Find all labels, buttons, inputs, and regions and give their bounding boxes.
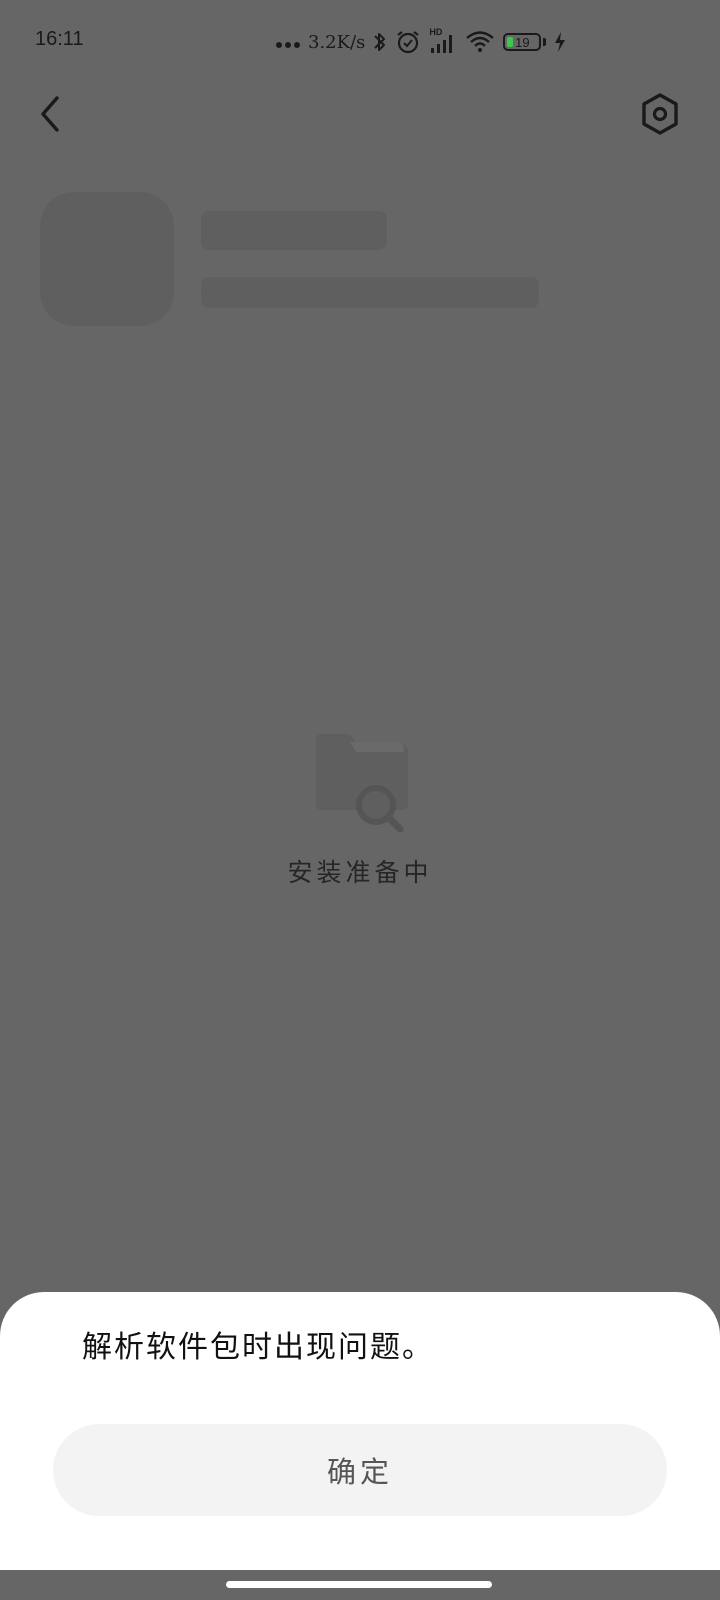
more-dots-icon xyxy=(276,42,300,48)
app-name-placeholder xyxy=(201,211,387,250)
net-speed: 3.2K/s xyxy=(308,31,366,53)
battery-nub xyxy=(543,38,547,46)
status-time: 16:11 xyxy=(35,28,84,50)
app-icon-placeholder xyxy=(40,192,174,326)
bluetooth-icon xyxy=(374,33,386,51)
battery-level: 19 xyxy=(515,34,530,50)
hex-gear-icon xyxy=(642,93,678,135)
charging-icon xyxy=(555,32,566,52)
folder-search-icon xyxy=(316,734,408,833)
chevron-left-icon xyxy=(41,96,59,132)
wifi-icon xyxy=(466,31,495,52)
back-button[interactable] xyxy=(28,88,72,140)
home-indicator[interactable] xyxy=(226,1581,492,1588)
loading-area: 安装准备中 xyxy=(0,730,720,890)
app-info-placeholder xyxy=(201,277,539,308)
confirm-button[interactable]: 确定 xyxy=(53,1424,667,1516)
dialog-message: 解析软件包时出现问题。 xyxy=(82,1330,434,1365)
error-dialog: 解析软件包时出现问题。 确定 xyxy=(0,1292,720,1570)
battery-icon: 19 xyxy=(503,33,542,51)
status-icons: 3.2K/s HD 19 xyxy=(276,26,566,58)
alarm-icon xyxy=(397,31,420,54)
cell-signal-icon: HD xyxy=(429,27,457,54)
status-bar: 16:11 3.2K/s HD 19 xyxy=(0,0,720,84)
settings-button[interactable] xyxy=(636,90,684,138)
gesture-nav-bar xyxy=(0,1570,720,1600)
loading-text: 安装准备中 xyxy=(287,858,433,887)
